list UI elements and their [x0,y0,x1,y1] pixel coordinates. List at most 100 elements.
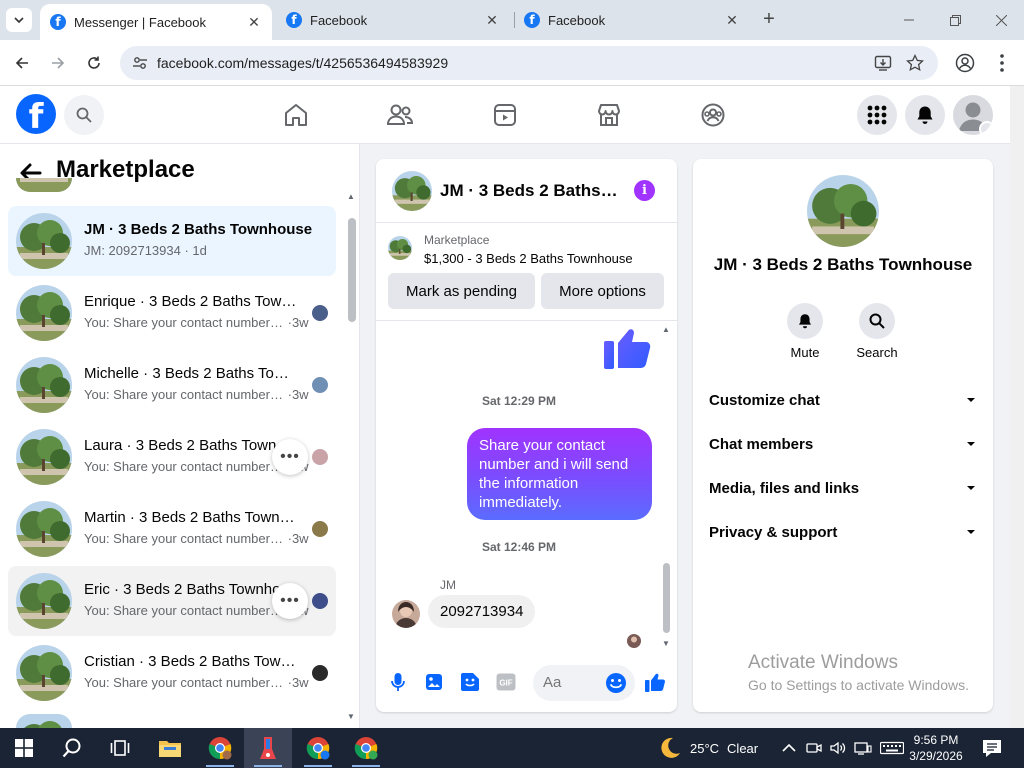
reload-button[interactable] [81,50,107,76]
conversation-more-button[interactable]: ••• [272,439,308,475]
thumbs-up-icon [604,329,651,369]
close-tab-icon[interactable]: ✕ [722,12,742,29]
attach-photo-button[interactable] [423,671,445,693]
info-icon[interactable]: i [634,180,655,201]
meet-now-icon[interactable] [806,741,822,755]
network-icon[interactable] [854,741,872,755]
listing-thumbnail[interactable] [388,236,412,260]
weather-text: Clear [727,740,759,756]
facebook-logo-icon[interactable]: f [16,94,56,134]
nav-home[interactable] [281,100,311,130]
send-like-button[interactable] [644,671,666,693]
account-chevron[interactable] [979,121,993,135]
page-scrollbar[interactable] [1010,86,1024,728]
restore-button[interactable] [932,0,978,40]
conversation-item[interactable]: JM · 3 Beds 2 Baths Townhouse JM: 209271… [8,206,336,276]
minimize-button[interactable] [886,0,932,40]
scroll-up-arrow-icon[interactable]: ▲ [662,325,670,334]
emoji-icon[interactable] [605,672,627,694]
seen-avatar [312,665,328,681]
message-input[interactable] [543,674,603,691]
conversation-item[interactable]: Eric · 3 Beds 2 Baths Townhouse You: Sha… [8,566,336,636]
chevron-up-icon[interactable] [782,743,796,753]
conversation-item[interactable]: Martin · 3 Beds 2 Baths Townhouse You: S… [8,494,336,564]
sender-avatar[interactable] [392,600,420,628]
conversation-item[interactable]: Laura · 3 Beds 2 Baths Townhouse You: Sh… [8,422,336,492]
close-window-button[interactable] [978,0,1024,40]
nav-groups[interactable] [698,100,728,130]
gif-button[interactable]: GIF [495,671,517,693]
account-avatar[interactable] [953,95,993,135]
more-options-button[interactable]: More options [541,273,664,309]
tab-messenger[interactable]: f Messenger | Facebook ✕ [40,4,272,40]
conversation-item[interactable]: Enrique · 3 Beds 2 Baths Townhouse You: … [8,278,336,348]
conversation-more-button[interactable]: ••• [272,583,308,619]
section-chat-members[interactable]: Chat members [709,429,977,459]
forward-button[interactable] [45,50,71,76]
facebook-search-button[interactable] [64,95,104,135]
video-icon [494,104,516,126]
new-tab-button[interactable]: + [758,8,780,30]
chat-avatar[interactable] [392,171,432,211]
scroll-thumb[interactable] [348,218,356,322]
close-tab-icon[interactable]: ✕ [482,12,502,29]
tab-facebook-2[interactable]: f Facebook ✕ [514,0,750,40]
conversation-name: Cristian · 3 Beds 2 Baths Townhouse [84,653,298,670]
file-explorer-button[interactable] [146,728,194,768]
scroll-down-arrow-icon[interactable]: ▼ [662,639,670,648]
back-button[interactable] [9,50,35,76]
taskbar-search-button[interactable] [48,728,96,768]
chat-title[interactable]: JM · 3 Beds 2 Baths Townhouse [440,181,620,201]
listing-thumbnail[interactable] [807,175,879,247]
tab-facebook-1[interactable]: f Facebook ✕ [276,0,510,40]
nav-friends[interactable] [385,100,415,130]
scroll-thumb[interactable] [663,563,670,633]
browser-menu-icon[interactable] [995,53,1009,73]
conversation-item[interactable]: Cristian · 3 Beds 2 Baths Townhouse You:… [8,638,336,708]
section-customize-chat[interactable]: Customize chat [709,385,977,415]
start-button[interactable] [0,728,48,768]
outgoing-message[interactable]: Share your contact number and i will sen… [467,428,652,520]
site-settings-icon[interactable] [132,55,148,71]
close-tab-icon[interactable]: ✕ [244,14,264,31]
task-view-icon [110,740,130,756]
install-app-icon[interactable] [874,54,892,72]
active-app-button[interactable] [244,728,292,768]
chat-scrollbar[interactable]: ▲ ▼ [662,325,672,651]
incoming-message[interactable]: 2092713934 [428,595,536,628]
mute-action[interactable]: Mute [775,303,835,360]
nav-video[interactable] [490,100,520,130]
notification-center-icon[interactable] [982,738,1002,758]
tab-title: Messenger | Facebook [74,14,206,30]
mark-as-pending-button[interactable]: Mark as pending [388,273,535,309]
section-privacy-support[interactable]: Privacy & support [709,517,977,547]
weather-widget[interactable]: 25°C Clear [658,728,758,768]
chrome-button-2[interactable] [294,728,342,768]
scroll-down-arrow-icon[interactable]: ▼ [347,712,355,721]
url-text[interactable]: facebook.com/messages/t/4256536494583929 [157,55,448,71]
notifications-button[interactable] [905,95,945,135]
omnibox[interactable]: facebook.com/messages/t/4256536494583929 [120,46,938,80]
profile-icon[interactable] [955,53,975,73]
message-input-box[interactable] [533,665,635,701]
tab-search-button[interactable] [6,8,32,32]
menu-button[interactable] [857,95,897,135]
chrome-icon [208,737,232,760]
marketplace-listing-banner: Marketplace $1,300 - 3 Beds 2 Baths Town… [376,223,677,321]
bookmark-star-icon[interactable] [906,54,924,72]
voice-clip-button[interactable] [387,671,409,693]
taskbar-clock[interactable]: 9:56 PM 3/29/2026 [906,732,966,764]
section-media-files-links[interactable]: Media, files and links [709,473,977,503]
keyboard-icon[interactable] [880,741,904,755]
search-action[interactable]: Search [847,303,907,360]
conversation-item[interactable]: Michelle · 3 Beds 2 Baths Townhouse You:… [8,350,336,420]
scroll-up-arrow-icon[interactable]: ▲ [347,192,355,201]
task-view-button[interactable] [96,728,144,768]
sidebar-scrollbar[interactable]: ▲ ▼ [346,192,358,724]
sticker-button[interactable] [459,671,481,693]
chrome-button-1[interactable] [196,728,244,768]
nav-marketplace[interactable] [594,100,624,130]
volume-icon[interactable] [830,741,846,755]
listing-title[interactable]: $1,300 - 3 Beds 2 Baths Townhouse [424,251,633,266]
chrome-button-3[interactable] [342,728,390,768]
